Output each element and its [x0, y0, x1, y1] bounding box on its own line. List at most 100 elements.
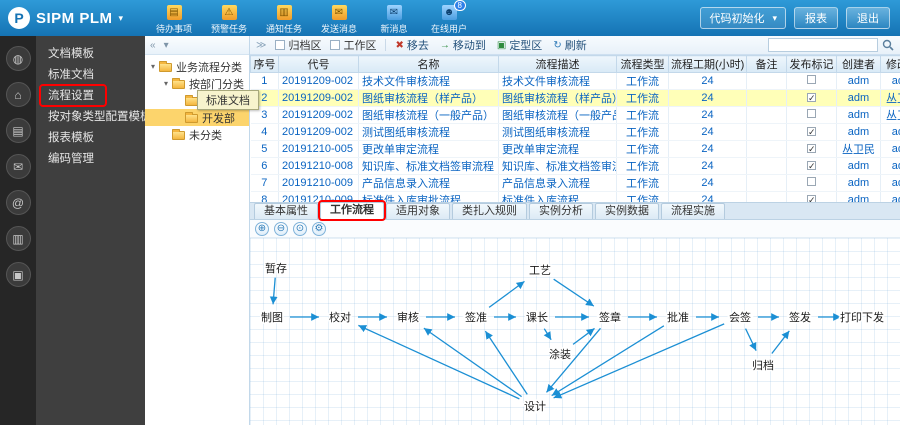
tree-toggle-icon[interactable]: ▾ [161, 79, 171, 88]
remove-button[interactable]: ✖ 移去 [395, 37, 428, 53]
column-header[interactable]: 备注 [746, 55, 787, 73]
tab-process-implementation[interactable]: 流程实施 [661, 203, 725, 219]
publish-checkbox[interactable]: ✓ [807, 127, 816, 137]
flow-node-qianzhun[interactable]: 签准 [464, 309, 489, 326]
publish-checkbox[interactable] [807, 177, 816, 186]
tree-node[interactable]: 开发部 [145, 109, 249, 126]
send-message-button[interactable]: ✉ 发送消息 [313, 2, 365, 35]
column-header[interactable]: 发布标记 [786, 55, 837, 73]
flow-node-zancun[interactable]: 暂存 [264, 260, 289, 277]
user-icon[interactable]: ◍ [5, 46, 31, 71]
column-header[interactable]: 创建者 [836, 55, 881, 73]
publish-checkbox[interactable] [807, 75, 816, 84]
database-icon[interactable]: ▤ [5, 118, 31, 143]
area-checkbox[interactable]: 工作区 [330, 37, 376, 53]
collapse-tree-button[interactable]: ≫ [256, 40, 266, 51]
publish-checkbox[interactable]: ✓ [807, 161, 816, 171]
flow-node-jiaodui[interactable]: 校对 [328, 309, 353, 326]
publish-checkbox[interactable]: ✓ [807, 144, 816, 154]
tree-node[interactable]: 未分类 [145, 126, 249, 143]
publish-flag-cell[interactable] [786, 72, 837, 90]
workflow-canvas[interactable]: 暂存制图 校对 审核 签准 课长 工艺涂装 签章 批准 会签 签发 打印下发归档设计 [250, 238, 900, 425]
tree-options-icon[interactable]: ▾ [164, 40, 169, 51]
tab-instance-data[interactable]: 实例数据 [595, 203, 659, 219]
message-icon[interactable]: ✉ [5, 154, 31, 179]
flow-node-qianzhang[interactable]: 签章 [598, 309, 623, 326]
move-to-button[interactable]: → 移动到 [440, 37, 486, 53]
tab-insert-rules[interactable]: 类扎入规则 [452, 203, 527, 219]
table-row[interactable]: 620191210-008知识库、标准文档签审流程知识库、标准文档签审流程工作流… [250, 157, 900, 175]
refresh-button[interactable]: ↻ 刷新 [553, 37, 586, 53]
zoom-reset-icon[interactable]: ⊙ [293, 221, 307, 236]
sidebar-item-code-management[interactable]: 编码管理 [36, 149, 145, 170]
column-header[interactable]: 序号 [250, 55, 279, 73]
sidebar-item-process-settings[interactable]: 流程设置 [36, 86, 145, 107]
tab-basic-properties[interactable]: 基本属性 [254, 203, 318, 219]
table-row[interactable]: 520191210-005更改单审定流程更改单审定流程工作流24✓丛卫民adm [250, 140, 900, 158]
publish-flag-cell[interactable] [786, 106, 837, 124]
flow-node-shenhe[interactable]: 审核 [396, 309, 421, 326]
flow-settings-icon[interactable]: ⚙ [312, 221, 326, 236]
sidebar-item-report-template[interactable]: 报表模板 [36, 128, 145, 149]
book-icon[interactable]: ▥ [5, 226, 31, 251]
publish-flag-cell[interactable]: ✓ [786, 157, 837, 175]
zoom-in-icon[interactable]: ⊕ [255, 221, 269, 236]
sidebar-item-doc-template[interactable]: 文档模板 [36, 44, 145, 65]
tree-node[interactable]: ▾ 业务流程分类 [145, 58, 249, 75]
publish-flag-cell[interactable]: ✓ [786, 140, 837, 158]
new-message-button[interactable]: ✉ 新消息 [368, 2, 420, 35]
publish-flag-cell[interactable]: ✓ [786, 89, 837, 107]
online-users-button[interactable]: ☻ 在线用户 8 [423, 0, 475, 35]
table-row[interactable]: 720191210-009产品信息录入流程产品信息录入流程工作流24admadm [250, 174, 900, 192]
flow-edge [543, 328, 552, 341]
search-input[interactable] [768, 38, 878, 52]
notice-button[interactable]: ▥ 通知任务 [258, 2, 310, 35]
sidebar-item-object-type-template[interactable]: 按对象类型配置模板 [36, 107, 145, 128]
area-checkbox[interactable]: 归档区 [275, 37, 321, 53]
flow-node-huiqian[interactable]: 会签 [728, 309, 753, 326]
tab-instance-analysis[interactable]: 实例分析 [529, 203, 593, 219]
flow-node-guidang[interactable]: 归档 [751, 357, 776, 374]
home-icon[interactable]: ⌂ [5, 82, 31, 107]
flow-node-pizhun[interactable]: 批准 [666, 309, 691, 326]
table-row[interactable]: 420191209-002测试图纸审核流程测试图纸审核流程工作流24✓admad… [250, 123, 900, 141]
alert-button[interactable]: ⚠ 预警任务 [203, 2, 255, 35]
app-logo[interactable]: P SIPM PLM ▾ [0, 7, 138, 29]
tab-workflow[interactable]: 工作流程 [320, 202, 384, 219]
table-row[interactable]: 320191209-002图纸审核流程（一般产品）图纸审核流程（一般产品）工作流… [250, 106, 900, 124]
table-cell: 24 [668, 72, 747, 90]
tab-applicable-objects[interactable]: 适用对象 [386, 203, 450, 219]
flow-node-kezhang[interactable]: 课长 [525, 310, 550, 326]
column-header[interactable]: 名称 [358, 55, 499, 73]
tree-toggle-icon[interactable]: ▾ [148, 62, 158, 71]
publish-checkbox[interactable]: ✓ [807, 93, 816, 103]
report-button[interactable]: 报表 [794, 7, 838, 29]
flow-edge [771, 330, 790, 354]
flow-node-zhitu[interactable]: 制图 [260, 310, 285, 326]
search-icon[interactable] [882, 39, 894, 51]
flow-node-gongyi[interactable]: 工艺 [528, 263, 553, 279]
zoom-out-icon[interactable]: ⊖ [274, 221, 288, 236]
publish-checkbox[interactable] [807, 109, 816, 118]
column-header[interactable]: 修改者 [880, 55, 900, 73]
table-row[interactable]: 120191209-002技术文件审核流程技术文件审核流程工作流24admadm [250, 72, 900, 90]
publish-flag-cell[interactable] [786, 174, 837, 192]
column-header[interactable]: 流程类型 [616, 55, 669, 73]
table-row[interactable]: 2 20191209-002 图纸审核流程（样产品） 图纸审核流程（样产品） 工作流 24… [250, 89, 900, 107]
column-header[interactable]: 代号 [278, 55, 359, 73]
collapse-panel-icon[interactable]: « [150, 40, 156, 51]
todo-button[interactable]: ▤ 待办事项 [148, 2, 200, 35]
flow-node-dayin[interactable]: 打印下发 [839, 309, 886, 326]
flow-node-sheji[interactable]: 设计 [523, 399, 548, 415]
column-header[interactable]: 流程描述 [498, 55, 617, 73]
finalize-area-button[interactable]: ▣ 定型区 [497, 37, 542, 53]
flow-node-qianfa[interactable]: 签发 [788, 309, 813, 326]
at-icon[interactable]: @ [5, 190, 31, 215]
logout-button[interactable]: 退出 [846, 7, 890, 29]
flow-node-tuzhuang[interactable]: 涂装 [548, 346, 573, 363]
column-header[interactable]: 流程工期(小时) [668, 55, 747, 73]
module-select[interactable]: 代码初始化 ▾ [700, 7, 786, 29]
sidebar-item-standard-doc[interactable]: 标准文档 [36, 65, 145, 86]
publish-flag-cell[interactable]: ✓ [786, 123, 837, 141]
briefcase-icon[interactable]: ▣ [5, 262, 31, 287]
